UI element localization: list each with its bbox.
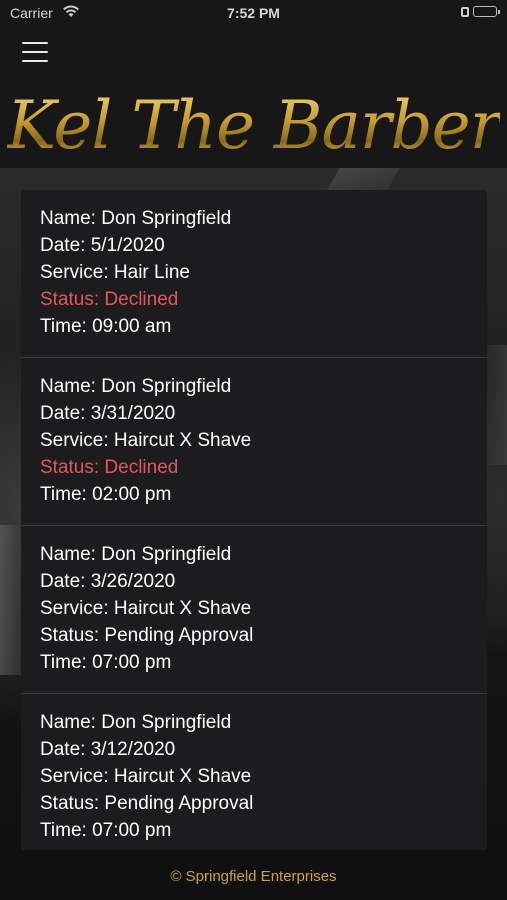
background-edge-right — [485, 345, 507, 465]
battery-indicator — [461, 6, 500, 17]
appointment-service: Service: Haircut X Shave — [40, 766, 252, 787]
appointment-item[interactable]: Name: Don Springfield Date: 5/1/2020 Ser… — [21, 190, 487, 358]
app-logo: Kel The Barber — [0, 82, 507, 168]
appointment-date: Date: 3/31/2020 — [40, 403, 176, 424]
appointment-name: Name: Don Springfield — [40, 544, 232, 565]
appointment-item[interactable]: Name: Don Springfield Date: 3/31/2020 Se… — [21, 358, 487, 526]
appointment-time: Time: 02:00 pm — [40, 484, 172, 505]
appointment-status: Status: Declined — [40, 457, 179, 478]
appointment-time: Time: 07:00 pm — [40, 820, 172, 841]
appointment-service: Service: Haircut X Shave — [40, 430, 252, 451]
appointment-status: Status: Declined — [40, 289, 179, 310]
background-edge-left — [0, 525, 22, 675]
clock: 7:52 PM — [227, 5, 280, 21]
appointment-item[interactable]: Name: Don Springfield Date: 3/12/2020 Se… — [21, 694, 487, 850]
battery-icon — [473, 6, 500, 17]
appointment-name: Name: Don Springfield — [40, 712, 232, 733]
app-header: Carrier 7:52 PM Kel The Barber — [0, 0, 507, 168]
copyright-footer: © Springfield Enterprises — [170, 868, 337, 885]
appointments-list[interactable]: Name: Don Springfield Date: 5/1/2020 Ser… — [21, 190, 487, 850]
appointment-service: Service: Haircut X Shave — [40, 598, 252, 619]
appointment-name: Name: Don Springfield — [40, 376, 232, 397]
appointment-status: Status: Pending Approval — [40, 793, 254, 814]
menu-line — [22, 51, 48, 53]
appointment-time: Time: 09:00 am — [40, 316, 172, 337]
menu-line — [22, 60, 48, 62]
orientation-lock-icon — [461, 6, 469, 17]
appointment-date: Date: 3/12/2020 — [40, 739, 176, 760]
appointment-date: Date: 3/26/2020 — [40, 571, 176, 592]
appointment-date: Date: 5/1/2020 — [40, 235, 165, 256]
hamburger-menu-icon[interactable] — [22, 42, 48, 62]
appointment-item[interactable]: Name: Don Springfield Date: 3/26/2020 Se… — [21, 526, 487, 694]
appointment-status: Status: Pending Approval — [40, 625, 254, 646]
appointment-time: Time: 07:00 pm — [40, 652, 172, 673]
logo-text: Kel The Barber — [6, 86, 502, 164]
menu-line — [22, 42, 48, 44]
status-bar: Carrier 7:52 PM — [0, 0, 507, 28]
appointment-name: Name: Don Springfield — [40, 208, 232, 229]
appointment-service: Service: Hair Line — [40, 262, 190, 283]
